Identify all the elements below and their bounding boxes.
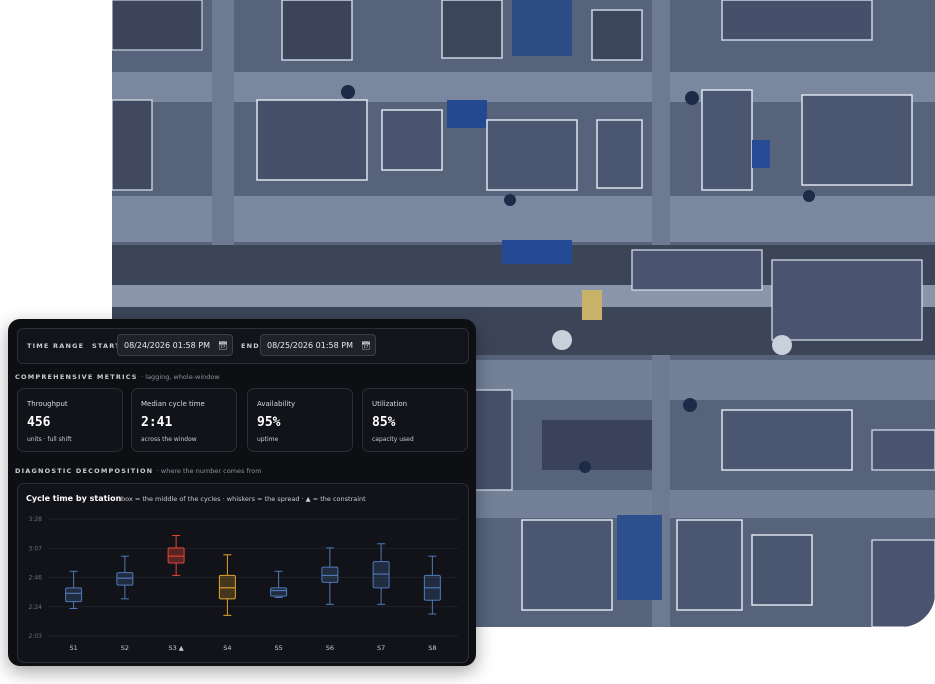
box-iqr	[116, 572, 134, 586]
y-tick-label: 2:03	[29, 633, 43, 640]
box-iqr	[65, 587, 83, 603]
comprehensive-metrics-subtitle: · lagging, whole-window	[141, 373, 220, 381]
station-label: S4	[223, 644, 231, 652]
diagnostic-decomposition-title: DIAGNOSTIC DECOMPOSITION	[15, 467, 154, 475]
end-datetime-input[interactable]: 08/25/2026 01:58 PM 📅︎	[260, 334, 376, 356]
metric-label: Median cycle time	[141, 400, 205, 408]
station-label: S2	[121, 644, 129, 652]
metric-label: Utilization	[372, 400, 408, 408]
dashboard-panel: TIME RANGE START 08/24/2026 01:58 PM 📅︎ …	[8, 319, 476, 666]
box-iqr	[321, 566, 339, 583]
metric-subtext: units · full shift	[27, 436, 72, 443]
station-label: S6	[326, 644, 334, 652]
metric-value: 2:41	[141, 415, 173, 430]
box-iqr	[218, 574, 236, 600]
cycle-time-box-plot: 3:28 3:07 2:46 2:24 2:03 S1 S2 S3 ▲ S4 S5 S6 S7 S8	[29, 516, 458, 652]
y-tick-label: 3:07	[29, 545, 43, 552]
comprehensive-metrics-heading: COMPREHENSIVE METRICS · lagging, whole-w…	[15, 373, 220, 381]
metric-card-median-cycle-time: Median cycle time 2:41 across the window	[131, 388, 237, 452]
box-iqr	[167, 547, 185, 564]
metric-card-utilization: Utilization 85% capacity used	[362, 388, 468, 452]
metric-label: Throughput	[27, 400, 68, 408]
cycle-time-chart-card: Cycle time by station box = the middle o…	[17, 483, 469, 663]
metric-card-availability: Availability 95% uptime	[247, 388, 353, 452]
y-tick-label: 2:46	[29, 575, 43, 582]
station-label: S5	[274, 644, 282, 652]
metric-subtext: across the window	[141, 436, 197, 443]
end-datetime-value: 08/25/2026 01:58 PM	[267, 340, 353, 350]
diagnostic-decomposition-subtitle: · where the number comes from	[156, 467, 262, 475]
station-label: S7	[377, 644, 385, 652]
calendar-icon[interactable]: 📅︎	[218, 341, 228, 350]
time-range-label: TIME RANGE	[27, 342, 85, 350]
metric-value: 95%	[257, 415, 281, 430]
time-range-bar: TIME RANGE START 08/24/2026 01:58 PM 📅︎ …	[17, 328, 469, 364]
box-iqr	[270, 587, 288, 597]
metric-card-throughput: Throughput 456 units · full shift	[17, 388, 123, 452]
diagnostic-decomposition-heading: DIAGNOSTIC DECOMPOSITION · where the num…	[15, 467, 262, 475]
station-label: S1	[69, 644, 77, 652]
y-tick-label: 3:28	[29, 516, 43, 523]
metric-label: Availability	[257, 400, 296, 408]
metric-value: 85%	[372, 415, 396, 430]
metric-value: 456	[27, 415, 51, 430]
start-datetime-input[interactable]: 08/24/2026 01:58 PM 📅︎	[117, 334, 233, 356]
metric-subtext: uptime	[257, 436, 279, 443]
start-datetime-value: 08/24/2026 01:58 PM	[124, 340, 210, 350]
box-iqr	[372, 561, 390, 589]
y-tick-label: 2:24	[29, 604, 43, 611]
station-label: S8	[428, 644, 436, 652]
comprehensive-metrics-title: COMPREHENSIVE METRICS	[15, 373, 138, 381]
end-label: END	[241, 342, 260, 350]
metric-subtext: capacity used	[372, 436, 414, 443]
calendar-icon[interactable]: 📅︎	[361, 341, 371, 350]
station-label: S3 ▲	[168, 644, 183, 652]
